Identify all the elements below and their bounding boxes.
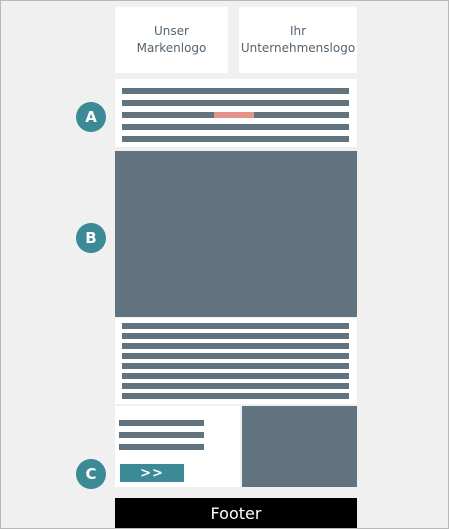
body-text-panel	[115, 318, 357, 404]
highlighted-text	[214, 112, 254, 118]
text-line	[119, 420, 204, 426]
marker-b-badge: B	[76, 223, 106, 253]
email-template-frame: Unser Markenlogo Ihr Unternehmenslogo A …	[0, 0, 449, 529]
brand-logo-placeholder: Unser Markenlogo	[115, 7, 228, 73]
text-line	[122, 333, 349, 339]
intro-text-panel	[115, 79, 357, 147]
marker-c-badge: C	[76, 459, 106, 489]
brand-logo-line1: Unser	[154, 24, 189, 38]
text-line	[254, 112, 349, 118]
footer-bar: Footer	[115, 498, 357, 528]
footer-label: Footer	[210, 503, 262, 523]
text-line	[122, 353, 349, 359]
teaser-image-placeholder	[242, 406, 357, 487]
text-line	[122, 136, 349, 142]
text-line	[122, 88, 349, 94]
text-line	[122, 112, 214, 118]
text-line	[119, 444, 204, 450]
text-line	[122, 323, 349, 329]
text-line	[122, 100, 349, 106]
text-line	[122, 343, 349, 349]
company-logo-line1: Ihr	[289, 24, 307, 38]
brand-logo-line2: Markenlogo	[136, 41, 207, 55]
text-line	[122, 124, 349, 130]
company-logo-line2: Unternehmenslogo	[240, 41, 356, 55]
marker-a-badge: A	[76, 102, 106, 132]
text-line	[122, 373, 349, 379]
text-line	[122, 383, 349, 389]
teaser-panel: >>	[115, 406, 240, 487]
cta-button[interactable]: >>	[120, 464, 184, 482]
text-line	[122, 363, 349, 369]
text-line	[119, 432, 204, 438]
hero-image-placeholder	[115, 151, 357, 317]
company-logo-placeholder: Ihr Unternehmenslogo	[239, 7, 357, 73]
text-line	[122, 393, 349, 399]
